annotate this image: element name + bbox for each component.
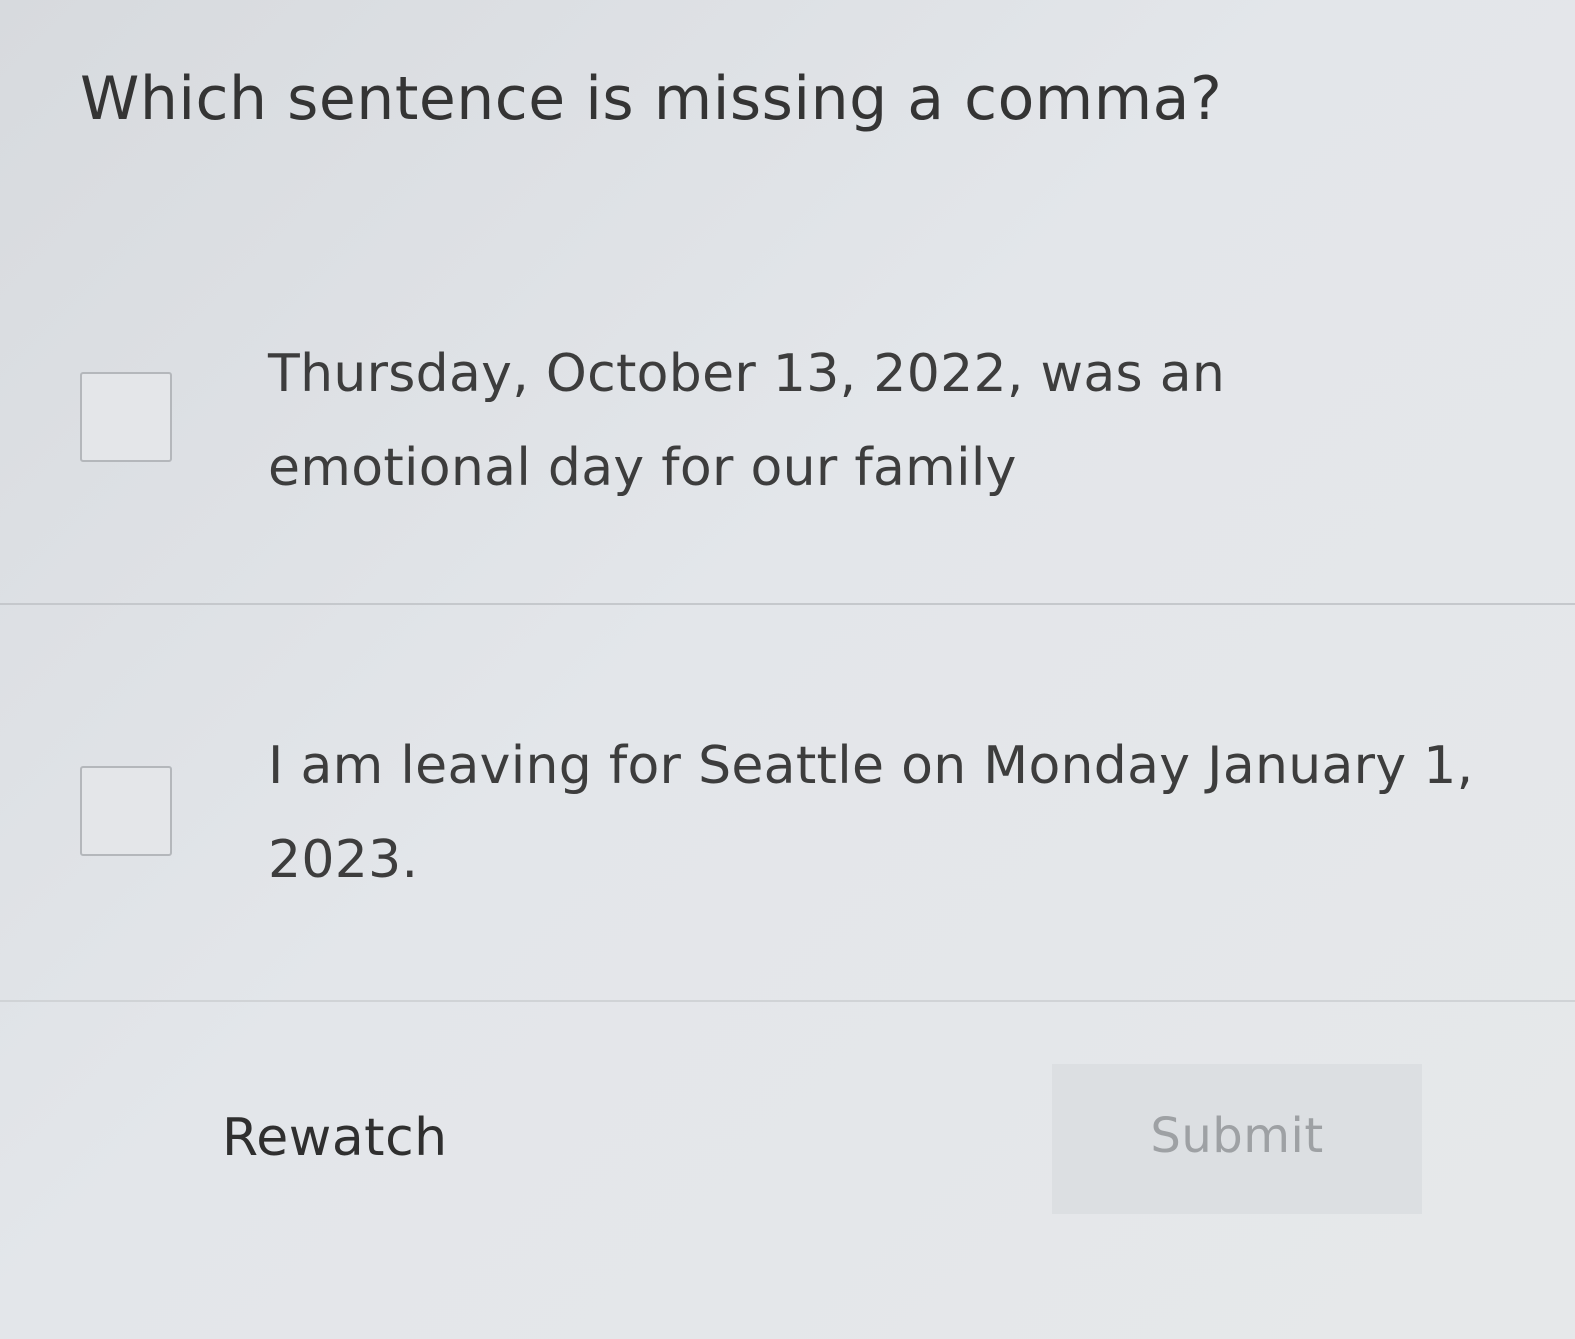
option-1-text[interactable]: Thursday, October 13, 2022, was an emoti… <box>268 327 1498 515</box>
option-divider <box>0 603 1575 605</box>
submit-button[interactable]: Submit <box>1052 1064 1422 1214</box>
answer-option-1[interactable]: Thursday, October 13, 2022, was an emoti… <box>0 330 1575 610</box>
rewatch-button[interactable]: Rewatch <box>222 1108 448 1168</box>
answer-option-2[interactable]: I am leaving for Seattle on Monday Janua… <box>0 612 1575 1004</box>
option-2-text[interactable]: I am leaving for Seattle on Monday Janua… <box>268 719 1498 907</box>
quiz-page: Which sentence is missing a comma? Thurs… <box>0 0 1575 1339</box>
question-title: Which sentence is missing a comma? <box>80 64 1223 134</box>
footer-divider <box>0 1000 1575 1002</box>
option-1-checkbox[interactable] <box>80 372 172 462</box>
option-2-checkbox[interactable] <box>80 766 172 856</box>
